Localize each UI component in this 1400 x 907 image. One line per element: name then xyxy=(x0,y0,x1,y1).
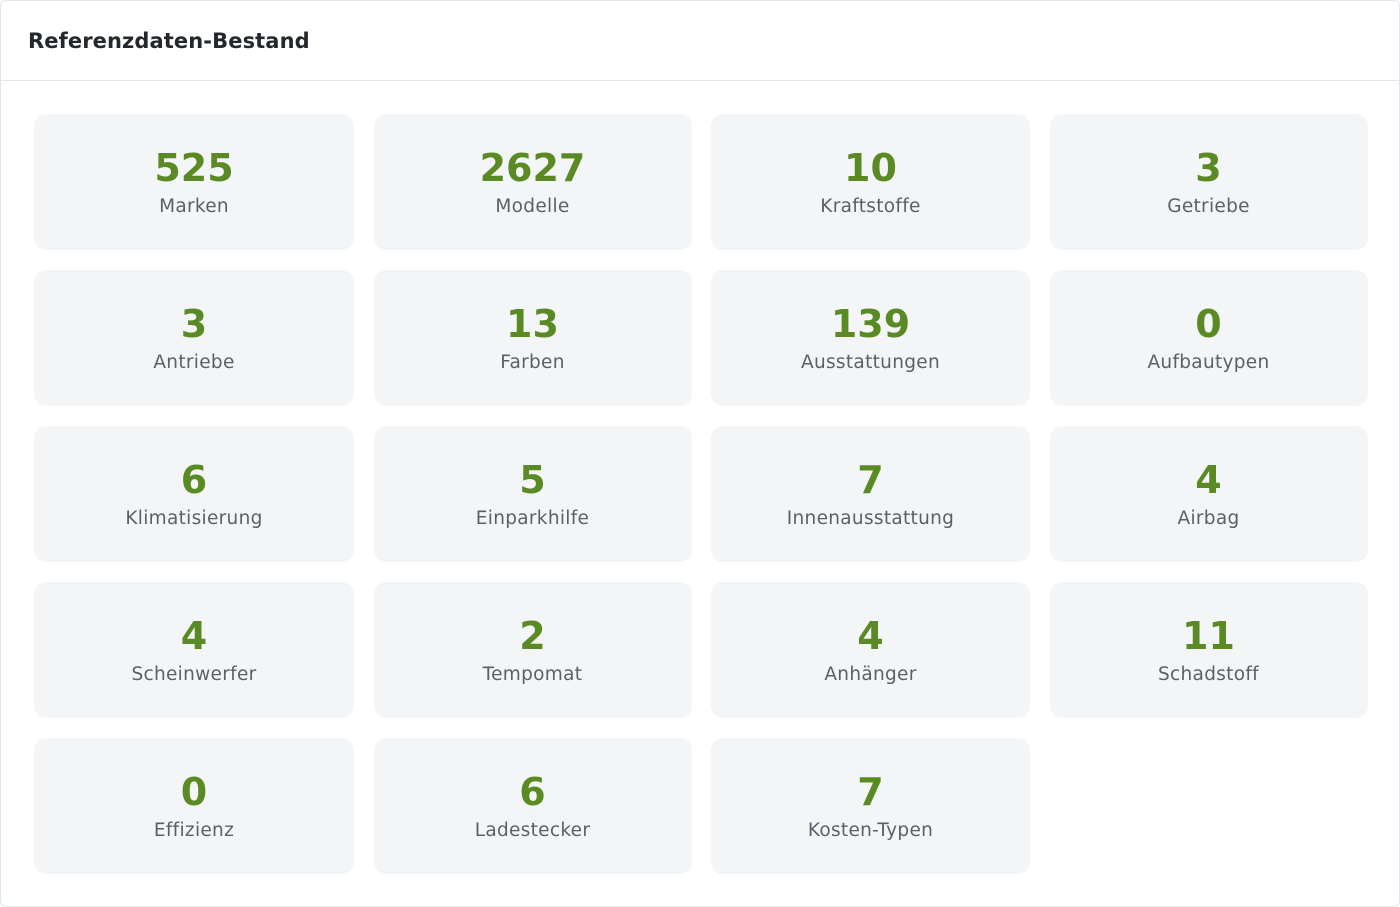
stat-label: Marken xyxy=(159,196,229,217)
stat-value: 0 xyxy=(180,770,208,814)
stat-card: 4 Scheinwerfer xyxy=(34,582,354,718)
stat-value: 10 xyxy=(844,146,897,190)
stat-card: 6 Ladestecker xyxy=(373,738,692,874)
stat-value: 4 xyxy=(180,614,208,658)
stat-value: 2 xyxy=(519,614,546,658)
stat-label: Scheinwerfer xyxy=(131,664,257,685)
stat-value: 525 xyxy=(154,146,234,190)
stat-card: 139 Ausstattungen xyxy=(711,270,1030,406)
stat-card: 0 Effizienz xyxy=(34,738,354,874)
stat-value: 6 xyxy=(519,770,546,814)
panel-header: Referenzdaten-Bestand xyxy=(1,1,1399,81)
stat-value: 7 xyxy=(857,458,884,502)
stat-label: Innenausstattung xyxy=(786,508,955,529)
stat-label: Aufbautypen xyxy=(1147,352,1270,373)
stat-value: 11 xyxy=(1182,614,1235,658)
panel-title: Referenzdaten-Bestand xyxy=(28,28,310,53)
stat-value: 0 xyxy=(1195,302,1222,346)
stat-card: 10 Kraftstoffe xyxy=(711,114,1030,250)
stat-value: 3 xyxy=(1195,146,1222,190)
stat-label: Kosten-Typen xyxy=(807,820,934,841)
stat-value: 4 xyxy=(857,614,884,658)
stat-card: 7 Kosten-Typen xyxy=(711,738,1030,874)
stat-label: Antriebe xyxy=(153,352,235,373)
stat-card: 2 Tempomat xyxy=(373,582,692,718)
stat-card: 2627 Modelle xyxy=(373,114,692,250)
stat-card: 3 Getriebe xyxy=(1049,114,1368,250)
stat-value: 6 xyxy=(180,458,208,502)
stat-label: Kraftstoffe xyxy=(820,196,921,217)
stat-value: 3 xyxy=(180,302,208,346)
stat-card: 3 Antriebe xyxy=(34,270,354,406)
stat-card: 4 Anhänger xyxy=(711,582,1030,718)
stat-label: Einparkhilfe xyxy=(475,508,590,529)
stat-card: 0 Aufbautypen xyxy=(1049,270,1368,406)
stat-card: 5 Einparkhilfe xyxy=(373,426,692,562)
stat-label: Klimatisierung xyxy=(125,508,263,529)
stat-label: Tempomat xyxy=(482,664,583,685)
stat-card: 525 Marken xyxy=(34,114,354,250)
stat-card: 4 Airbag xyxy=(1049,426,1368,562)
stat-card: 13 Farben xyxy=(373,270,692,406)
stat-value: 13 xyxy=(506,302,559,346)
stat-card: 7 Innenausstattung xyxy=(711,426,1030,562)
stat-label: Ausstattungen xyxy=(801,352,940,373)
stats-grid: 525 Marken 2627 Modelle 10 Kraftstoffe 3 Getrie… xyxy=(34,114,1368,874)
stat-label: Anhänger xyxy=(824,664,917,685)
stat-card: 11 Schadstoff xyxy=(1049,582,1368,718)
stat-value: 7 xyxy=(857,770,884,814)
stat-card: 6 Klimatisierung xyxy=(34,426,354,562)
stat-label: Effizienz xyxy=(153,820,235,841)
stat-label: Getriebe xyxy=(1167,196,1250,217)
reference-data-panel: Referenzdaten-Bestand 525 Marken 2627 Model… xyxy=(0,0,1400,907)
stat-value: 5 xyxy=(519,458,546,502)
stat-label: Farben xyxy=(500,352,565,373)
stat-value: 2627 xyxy=(479,146,586,190)
stat-label: Airbag xyxy=(1177,508,1240,529)
stat-value: 139 xyxy=(830,302,911,346)
stat-value: 4 xyxy=(1195,458,1222,502)
stat-label: Ladestecker xyxy=(474,820,591,841)
stat-label: Modelle xyxy=(495,196,570,217)
stat-label: Schadstoff xyxy=(1158,664,1259,685)
